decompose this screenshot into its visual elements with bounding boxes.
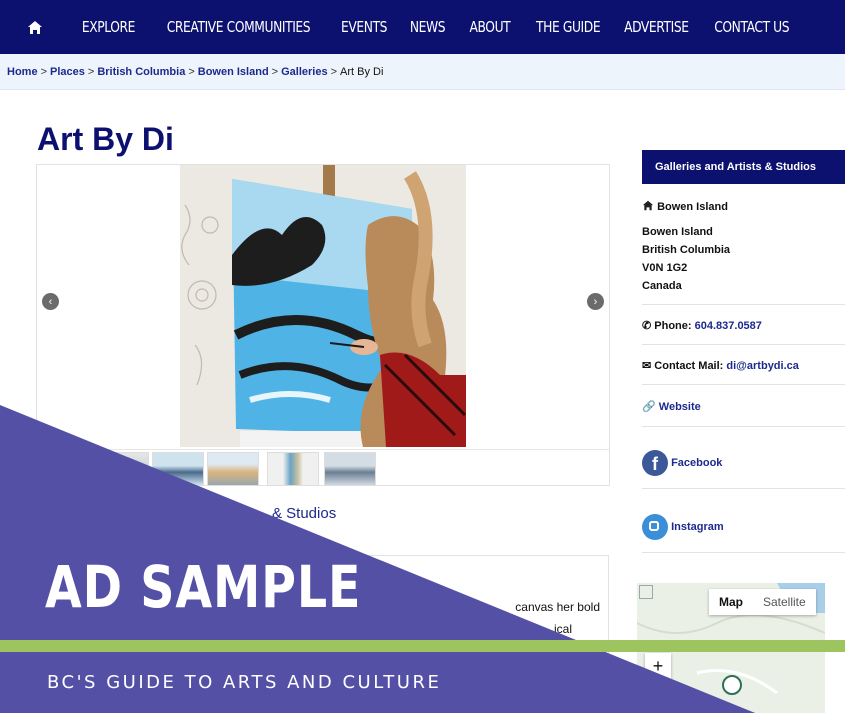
ad-subtitle: BC'S GUIDE TO ARTS AND CULTURE xyxy=(47,672,442,693)
ad-title: AD SAMPLE xyxy=(45,553,362,621)
ad-green-stripe xyxy=(0,640,845,652)
